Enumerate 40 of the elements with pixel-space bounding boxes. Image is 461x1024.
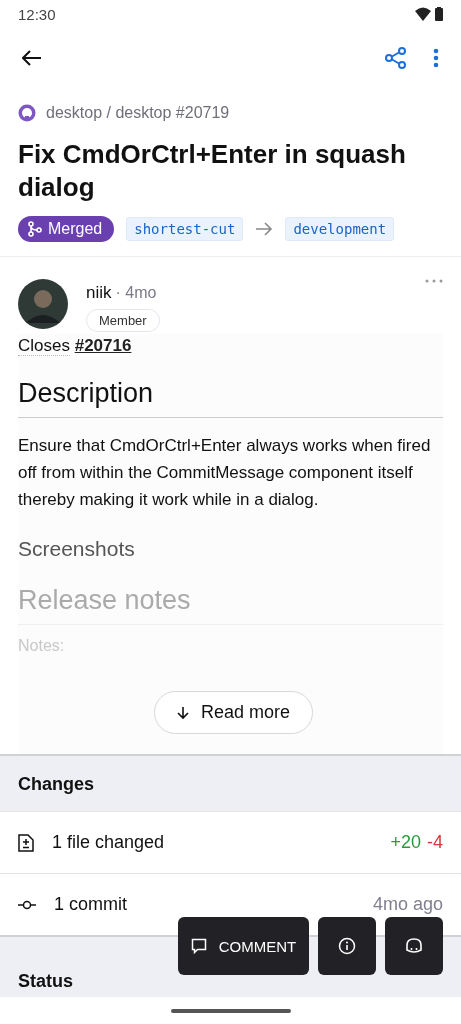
more-options-icon[interactable] — [425, 279, 443, 283]
repo-path[interactable]: desktop / desktop #20719 — [46, 104, 230, 122]
pull-request-title: Fix CmdOrCtrl+Enter in squash dialog — [18, 138, 407, 204]
comment-button[interactable]: COMMENT — [178, 917, 309, 975]
description-text: Ensure that CmdOrCtrl+Enter always works when fired off from within the CommitMessage component itself thereby making it work while in a dialog. — [18, 435, 432, 511]
status-time: 12:30 — [18, 5, 56, 23]
repo-owner-icon — [18, 104, 36, 122]
row-label: 1 commit — [54, 894, 127, 915]
row-label: 1 file changed — [52, 832, 165, 853]
commit-icon — [18, 899, 36, 910]
issue-link[interactable]: #20716 — [74, 336, 132, 355]
release-notes-heading: Release notes — [18, 585, 443, 625]
speech-bubble-icon — [190, 938, 207, 954]
more-options-icon[interactable] — [433, 48, 439, 68]
battery-icon — [435, 7, 443, 21]
read-more-button[interactable]: Read more — [154, 691, 314, 734]
info-button[interactable] — [318, 917, 376, 975]
info-icon — [338, 937, 356, 955]
commit-time: 4mo ago — [372, 894, 443, 915]
changes-heading: Changes — [17, 773, 96, 796]
additions-count: +20 — [390, 832, 421, 853]
file-diff-icon — [18, 833, 34, 852]
share-icon[interactable] — [385, 47, 407, 69]
description-heading: Description — [18, 378, 443, 418]
post-age: · 4mo — [115, 284, 157, 301]
wifi-icon — [415, 7, 431, 21]
back-arrow-icon[interactable] — [22, 50, 42, 66]
avatar[interactable] — [18, 279, 68, 329]
home-indicator[interactable] — [170, 1008, 291, 1013]
screenshots-heading: Screenshots — [18, 537, 136, 562]
arrow-right-icon — [255, 222, 274, 236]
arrow-down-icon — [177, 705, 189, 720]
merged-badge: Merged — [18, 216, 115, 242]
author-name[interactable]: niik — [86, 283, 112, 302]
changes-row[interactable]: 1 file changed +20 -4 — [0, 811, 461, 873]
head-branch[interactable]: shortest-cut — [126, 217, 244, 241]
closes-label: Closes — [18, 336, 70, 356]
base-branch[interactable]: development — [285, 217, 395, 241]
status-heading: Status — [18, 971, 73, 992]
deletions-count: -4 — [427, 832, 443, 853]
